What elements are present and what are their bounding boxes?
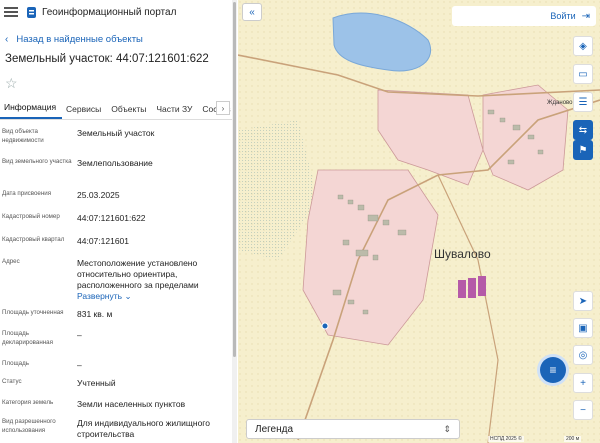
legend-label: Легенда: [255, 423, 294, 435]
selected-parcel-marker[interactable]: [321, 322, 329, 330]
selection-tool-button[interactable]: ⚑: [573, 140, 593, 160]
expand-address-link[interactable]: Развернуть ⌄: [77, 291, 227, 302]
detail-label: Вид земельного участка: [2, 158, 72, 165]
detail-label: Площадь: [2, 360, 29, 367]
portal-logo-icon: [27, 6, 36, 18]
geolocate-button[interactable]: ➤: [573, 291, 593, 311]
detail-value: –: [77, 330, 82, 340]
detail-label: Категория земель: [2, 399, 54, 406]
detail-value: 831 кв. м: [77, 309, 113, 319]
top-bar: Геоинформационный портал: [0, 0, 236, 24]
back-label: Назад в найденные объекты: [16, 34, 143, 45]
detail-label: Статус: [2, 378, 22, 385]
expand-label: Развернуть: [77, 291, 123, 301]
map-attribution: НСПД 2025 ©: [488, 436, 524, 442]
chevron-down-icon: ⌄: [124, 291, 132, 301]
scrollbar-thumb[interactable]: [233, 2, 236, 357]
chevron-left-icon: ‹: [5, 34, 9, 45]
chevron-up-down-icon: ⇕: [443, 423, 451, 434]
detail-value: Землепользование: [77, 158, 153, 168]
app-title: Геоинформационный портал: [42, 6, 177, 18]
tab-services[interactable]: Сервисы: [62, 104, 107, 119]
detail-value: Местоположение установлено относительно …: [77, 258, 227, 302]
detail-label: Площадь уточненная: [2, 309, 64, 316]
tab-info[interactable]: Информация: [0, 102, 63, 119]
collapse-panel-button[interactable]: «: [242, 3, 262, 21]
detail-label: Площадь декларированная: [2, 330, 53, 346]
map-view[interactable]: Шувалово Жданово « Войти ⇥ ◈ ▭ ☰ ⇆ ⚑ ➤ ▣…: [238, 0, 600, 443]
share-button[interactable]: ⇆: [573, 120, 593, 140]
menu-icon[interactable]: [4, 7, 18, 17]
zoom-in-button[interactable]: +: [573, 373, 593, 393]
login-button[interactable]: Войти ⇥: [452, 6, 596, 26]
detail-label: Кадастровый квартал: [2, 236, 65, 243]
info-panel: Геоинформационный портал ‹ Назад в найде…: [0, 0, 237, 443]
chat-button[interactable]: ≡: [540, 357, 566, 383]
detail-value: Земли населенных пунктов: [77, 399, 186, 409]
detail-label: Дата присвоения: [2, 190, 52, 197]
ruler-button[interactable]: ▭: [573, 64, 593, 84]
list-button[interactable]: ☰: [573, 92, 593, 112]
panel-scrollbar[interactable]: [232, 0, 237, 443]
tab-parts[interactable]: Части ЗУ: [152, 104, 198, 119]
place-label-small: Жданово: [547, 100, 573, 106]
detail-value: 44:07:121601: [77, 236, 129, 246]
detail-value: Учтенный: [77, 378, 116, 388]
zoom-out-button[interactable]: −: [573, 400, 593, 420]
layers-button[interactable]: ◈: [573, 36, 593, 56]
detail-label: Вид разрешенного использования: [2, 418, 56, 434]
detail-value: Для индивидуального жилищного строительс…: [77, 418, 210, 439]
search-location-button[interactable]: ◎: [573, 345, 593, 365]
favorite-star-icon[interactable]: ☆: [0, 75, 236, 92]
legend-dropdown[interactable]: Легенда ⇕: [246, 419, 460, 439]
map-scale: 200 м: [564, 436, 582, 442]
detail-value: –: [77, 360, 82, 370]
detail-value: Земельный участок: [77, 128, 155, 138]
detail-label: Кадастровый номер: [2, 213, 60, 220]
login-arrow-icon: ⇥: [581, 10, 590, 22]
tabs-scroll-right-icon[interactable]: ›: [216, 101, 230, 115]
login-label: Войти: [550, 11, 576, 21]
address-text: Местоположение установлено относительно …: [77, 258, 199, 290]
detail-value: 25.03.2025: [77, 190, 120, 200]
detail-value: 44:07:121601:622: [77, 213, 146, 223]
tab-bar: Информация Сервисы Объекты Части ЗУ Сост…: [0, 98, 236, 120]
print-button[interactable]: ▣: [573, 318, 593, 338]
place-label-main: Шувалово: [434, 247, 491, 261]
detail-label: Вид объекта недвижимости: [2, 128, 44, 144]
back-link[interactable]: ‹ Назад в найденные объекты: [0, 34, 236, 45]
detail-label: Адрес: [2, 258, 20, 265]
tab-objects[interactable]: Объекты: [107, 104, 152, 119]
object-title: Земельный участок: 44:07:121601:622: [5, 53, 209, 65]
